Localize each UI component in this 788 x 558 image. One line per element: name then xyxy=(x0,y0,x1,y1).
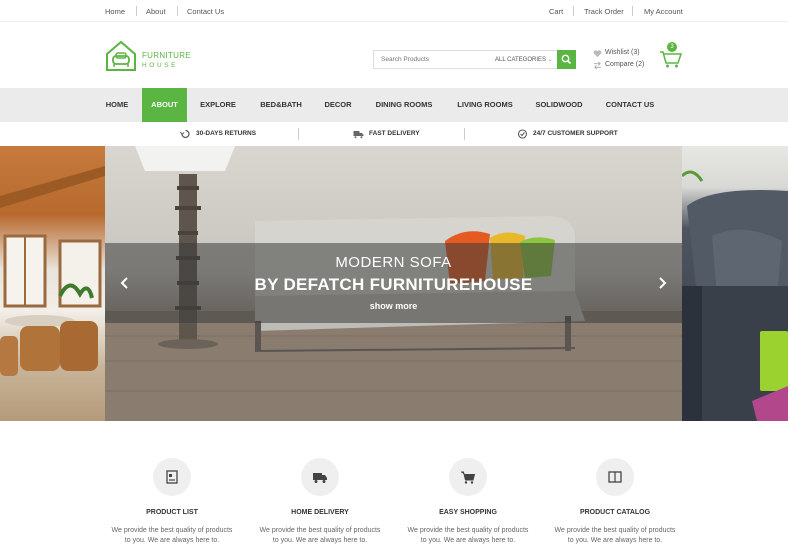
service-desc-line: to you. We are always here to. xyxy=(567,537,663,544)
category-select-label: ALL CATEGORIES xyxy=(495,57,547,63)
service-desc-line: to you. We are always here to. xyxy=(124,537,220,544)
service-desc-line: We provide the best quality of products xyxy=(554,527,676,534)
divider xyxy=(464,128,465,140)
page: Home About Contact Us Cart Track Order M… xyxy=(0,0,788,558)
show-more-link[interactable]: show more xyxy=(105,301,682,311)
delivery-truck-icon xyxy=(313,473,327,483)
divider xyxy=(136,6,137,16)
divider xyxy=(632,6,633,16)
top-link-my-account[interactable]: My Account xyxy=(644,7,683,16)
slide-subheading: BY DEFATCH FURNITUREHOUSE xyxy=(254,275,533,294)
wishlist-label: Wishlist (3) xyxy=(605,49,640,56)
service-description: We provide the best quality of products t… xyxy=(245,526,395,546)
service-description: We provide the best quality of products t… xyxy=(97,526,247,546)
product-list-icon xyxy=(166,470,178,484)
compare-arrows-icon xyxy=(593,61,602,70)
logo-subtext: HOUSE xyxy=(142,62,179,69)
logo-text: FURNITURE xyxy=(142,51,191,60)
slider-prev-button[interactable] xyxy=(118,275,132,291)
wishlist-compare: Wishlist (3) Compare (2) xyxy=(593,49,644,73)
slide-image-previous xyxy=(0,146,105,421)
cart-button[interactable]: 3 xyxy=(659,42,683,68)
divider xyxy=(298,128,299,140)
catalog-book-icon xyxy=(608,471,622,483)
chevron-right-icon xyxy=(659,277,667,289)
feature-delivery-label: FAST DELIVERY xyxy=(369,130,420,137)
service-icon-circle xyxy=(449,458,487,496)
service-title: HOME DELIVERY xyxy=(291,509,349,516)
service-title: PRODUCT LIST xyxy=(146,509,198,516)
hero-slider: MODERN SOFA BY DEFATCH FURNITUREHOUSE sh… xyxy=(0,146,788,421)
feature-returns-label: 30-DAYS RETURNS xyxy=(196,130,257,137)
top-link-contact[interactable]: Contact Us xyxy=(187,7,224,16)
cart-count-badge: 3 xyxy=(667,42,677,52)
top-link-home[interactable]: Home xyxy=(105,7,125,16)
feature-delivery: FAST DELIVERY xyxy=(353,128,420,140)
nav-item-home[interactable]: HOME xyxy=(95,88,139,122)
wishlist-link[interactable]: Wishlist (3) xyxy=(593,49,644,61)
category-select[interactable]: ALL CATEGORIES ⌄ xyxy=(495,56,553,63)
service-desc-line: to you. We are always here to. xyxy=(272,537,368,544)
service-desc-line: We provide the best quality of products xyxy=(259,527,381,534)
heart-icon xyxy=(593,50,602,58)
compare-link[interactable]: Compare (2) xyxy=(593,61,644,73)
logo[interactable]: FURNITURE HOUSE xyxy=(105,40,195,72)
service-title: EASY SHOPPING xyxy=(439,509,497,516)
top-link-track-order[interactable]: Track Order xyxy=(584,7,624,16)
top-link-about[interactable]: About xyxy=(146,7,166,16)
service-desc-line: to you. We are always here to. xyxy=(420,537,516,544)
nav-item-solidwood[interactable]: SOLIDWOOD xyxy=(530,88,588,122)
returns-icon xyxy=(180,129,190,139)
logo-house-icon xyxy=(106,40,136,71)
slide-caption: MODERN SOFA BY DEFATCH FURNITUREHOUSE sh… xyxy=(105,243,682,323)
feature-returns: 30-DAYS RETURNS xyxy=(180,128,256,140)
feature-support: 24/7 CUSTOMER SUPPORT xyxy=(517,128,618,140)
nav-item-dining-rooms[interactable]: DINING ROOMS xyxy=(368,88,440,122)
nav-item-explore[interactable]: EXPLORE xyxy=(193,88,243,122)
slide-image-next xyxy=(680,146,788,421)
chevron-down-icon: ⌄ xyxy=(547,57,553,63)
nav-item-decor[interactable]: DECOR xyxy=(318,88,358,122)
compare-label: Compare (2) xyxy=(605,61,645,68)
service-icon-circle xyxy=(596,458,634,496)
features-strip: 30-DAYS RETURNS FAST DELIVERY 24/7 CUSTO… xyxy=(0,122,788,146)
chevron-left-icon xyxy=(120,277,128,289)
main-nav: HOME ABOUT EXPLORE BED&BATH DECOR DINING… xyxy=(0,88,788,122)
divider xyxy=(573,6,574,16)
service-icon-circle xyxy=(153,458,191,496)
service-description: We provide the best quality of products t… xyxy=(540,526,690,546)
search-input[interactable] xyxy=(374,51,486,68)
search-button[interactable] xyxy=(557,50,576,69)
search-bar: ALL CATEGORIES ⌄ xyxy=(373,50,576,69)
armchair-scene xyxy=(680,170,788,421)
nav-item-about[interactable]: ABOUT xyxy=(142,88,187,122)
service-desc-line: We provide the best quality of products xyxy=(111,527,233,534)
service-title: PRODUCT CATALOG xyxy=(579,509,651,516)
support-icon xyxy=(517,129,528,139)
service-desc-line: We provide the best quality of products xyxy=(407,527,529,534)
top-link-cart[interactable]: Cart xyxy=(549,7,563,16)
room-scene xyxy=(0,166,105,376)
slide-heading: MODERN SOFA xyxy=(335,254,452,271)
shopping-cart-icon xyxy=(461,471,476,484)
top-bar: Home About Contact Us Cart Track Order M… xyxy=(0,0,788,22)
slider-next-button[interactable] xyxy=(655,275,669,291)
search-icon xyxy=(561,54,572,65)
service-icon-circle xyxy=(301,458,339,496)
service-description: We provide the best quality of products t… xyxy=(393,526,543,546)
truck-icon xyxy=(353,131,364,139)
feature-support-label: 24/7 CUSTOMER SUPPORT xyxy=(533,130,618,137)
divider xyxy=(177,6,178,16)
nav-item-living-rooms[interactable]: LIVING ROOMS xyxy=(450,88,520,122)
nav-item-contact-us[interactable]: CONTACT US xyxy=(600,88,660,122)
nav-item-bed-bath[interactable]: BED&BATH xyxy=(254,88,308,122)
